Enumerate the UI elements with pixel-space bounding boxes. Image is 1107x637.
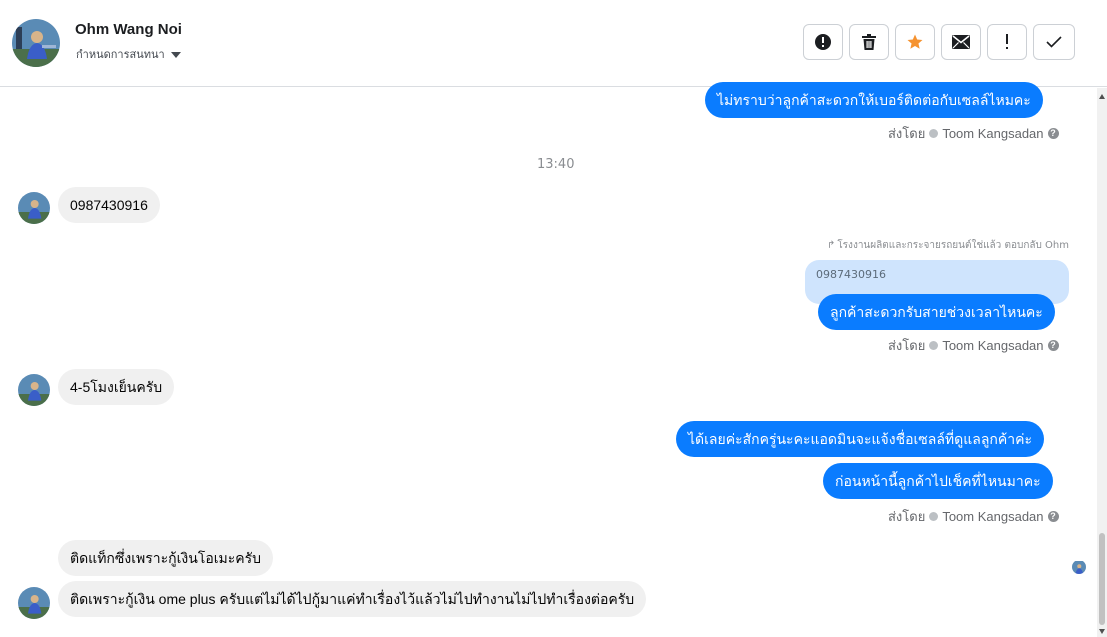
contact-avatar[interactable] <box>12 19 60 67</box>
contact-avatar-small[interactable] <box>18 192 50 224</box>
reply-arrow-icon: ↱ <box>826 240 836 251</box>
help-icon[interactable]: ? <box>1047 511 1059 522</box>
envelope-icon <box>952 35 970 49</box>
done-button[interactable] <box>1033 24 1075 60</box>
contact-name[interactable]: Ohm Wang Noi <box>75 21 182 38</box>
scroll-down-arrow-icon[interactable] <box>1099 629 1105 634</box>
outgoing-message[interactable]: ลูกค้าสะดวกรับสายช่วงเวลาไหนคะ <box>818 294 1055 330</box>
reply-context: ↱ โรงงานผลิตและกระจายรถยนต์ใช่แล้ว ตอบกล… <box>827 238 1069 253</box>
conversation-header: Ohm Wang Noi กำหนดการสนทนา <box>0 0 1107 87</box>
incoming-message[interactable]: ติดเพราะกู้เงิน ome plus ครับแต่ไม่ได้ไป… <box>58 581 647 617</box>
star-button[interactable] <box>895 24 935 60</box>
sent-by-agent[interactable]: Toom Kangsadan <box>942 126 1043 141</box>
scroll-up-arrow-icon[interactable] <box>1099 94 1105 99</box>
mark-unread-button[interactable] <box>941 24 981 60</box>
incoming-message[interactable]: ติดแท็กซึ่งเพราะกู้เงินโอเมะครับ <box>58 540 274 576</box>
timestamp: 13:40 <box>537 157 575 172</box>
contact-avatar-small[interactable] <box>18 587 50 619</box>
caret-down-icon <box>170 51 181 58</box>
help-icon[interactable]: ? <box>1047 128 1059 139</box>
sent-by-prefix: ส่งโดย <box>888 509 926 524</box>
outgoing-message[interactable]: ก่อนหน้านี้ลูกค้าไปเช็คที่ไหนมาคะ <box>823 463 1053 499</box>
help-icon[interactable]: ? <box>1047 340 1059 351</box>
read-receipt-avatar <box>1072 560 1086 574</box>
sent-by-label: ส่งโดย Toom Kangsadan ? <box>888 123 1059 144</box>
trash-icon <box>862 34 876 50</box>
report-button[interactable] <box>803 24 843 60</box>
flag-button[interactable] <box>987 24 1027 60</box>
seen-icon <box>929 341 939 350</box>
sent-by-prefix: ส่งโดย <box>888 338 926 353</box>
exclamation-icon <box>1006 34 1008 49</box>
delete-button[interactable] <box>849 24 889 60</box>
reply-context-text: โรงงานผลิตและกระจายรถยนต์ใช่แล้ว ตอบกลับ… <box>837 240 1069 251</box>
sent-by-prefix: ส่งโดย <box>888 126 926 141</box>
sent-by-label: ส่งโดย Toom Kangsadan ? <box>888 506 1059 527</box>
scrollbar[interactable] <box>1097 88 1107 637</box>
incoming-message[interactable]: 0987430916 <box>58 187 160 223</box>
sent-by-agent[interactable]: Toom Kangsadan <box>942 509 1043 524</box>
outgoing-message[interactable]: ไม่ทราบว่าลูกค้าสะดวกให้เบอร์ติดต่อกับเซ… <box>705 82 1043 118</box>
check-icon <box>1046 36 1062 48</box>
scrollbar-thumb[interactable] <box>1099 533 1105 625</box>
sent-by-agent[interactable]: Toom Kangsadan <box>942 338 1043 353</box>
exclamation-circle-icon <box>815 34 831 50</box>
conversation-settings-label: กำหนดการสนทนา <box>76 48 165 61</box>
star-icon <box>907 34 923 49</box>
seen-icon <box>929 129 939 138</box>
conversation-actions <box>803 24 1075 60</box>
outgoing-message[interactable]: ได้เลยค่ะสักครู่นะคะแอดมินจะแจ้งชื่อเซลล… <box>676 421 1045 457</box>
contact-avatar-small[interactable] <box>18 374 50 406</box>
conversation-settings-dropdown[interactable]: กำหนดการสนทนา <box>76 45 181 63</box>
sent-by-label: ส่งโดย Toom Kangsadan ? <box>888 335 1059 356</box>
incoming-message[interactable]: 4-5โมงเย็นครับ <box>58 369 175 405</box>
seen-icon <box>929 512 939 521</box>
